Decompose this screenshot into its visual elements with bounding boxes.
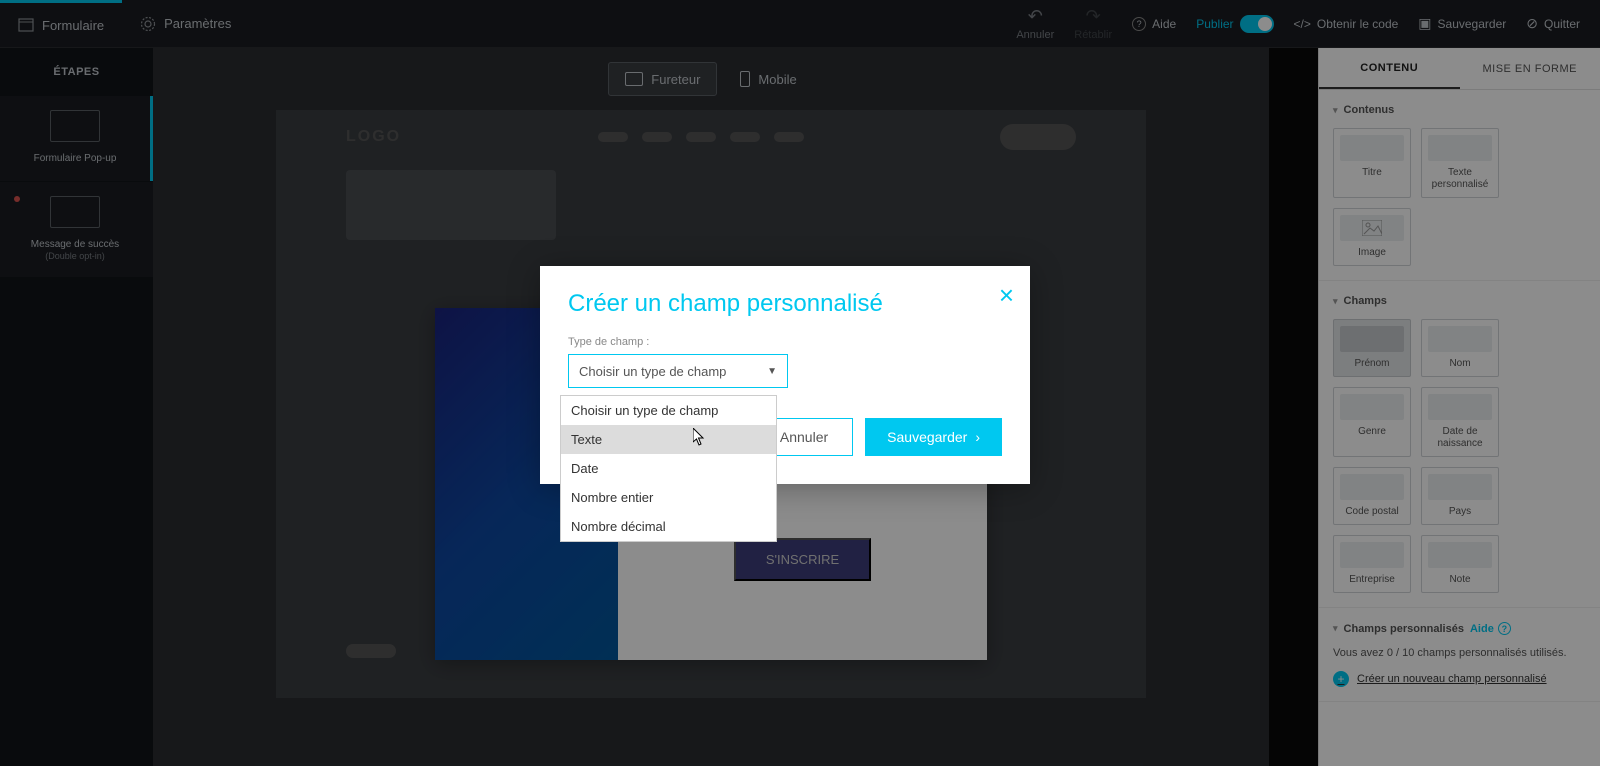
dropdown-option-decimal[interactable]: Nombre décimal bbox=[561, 512, 776, 541]
modal-title: Créer un champ personnalisé bbox=[568, 290, 1002, 318]
dropdown-option-default[interactable]: Choisir un type de champ bbox=[561, 396, 776, 425]
dropdown-option-date[interactable]: Date bbox=[561, 454, 776, 483]
field-type-select[interactable]: Choisir un type de champ ▼ bbox=[568, 354, 788, 388]
field-type-value: Choisir un type de champ bbox=[579, 364, 726, 379]
field-type-label: Type de champ : bbox=[568, 336, 1002, 348]
dropdown-option-entier[interactable]: Nombre entier bbox=[561, 483, 776, 512]
chevron-right-icon: › bbox=[975, 429, 980, 445]
chevron-down-icon: ▼ bbox=[767, 366, 777, 377]
modal-save-button[interactable]: Sauvegarder › bbox=[865, 418, 1002, 456]
field-type-dropdown: Choisir un type de champ Texte Date Nomb… bbox=[560, 395, 777, 542]
modal-close-button[interactable]: × bbox=[999, 280, 1014, 311]
dropdown-option-texte[interactable]: Texte bbox=[561, 425, 776, 454]
